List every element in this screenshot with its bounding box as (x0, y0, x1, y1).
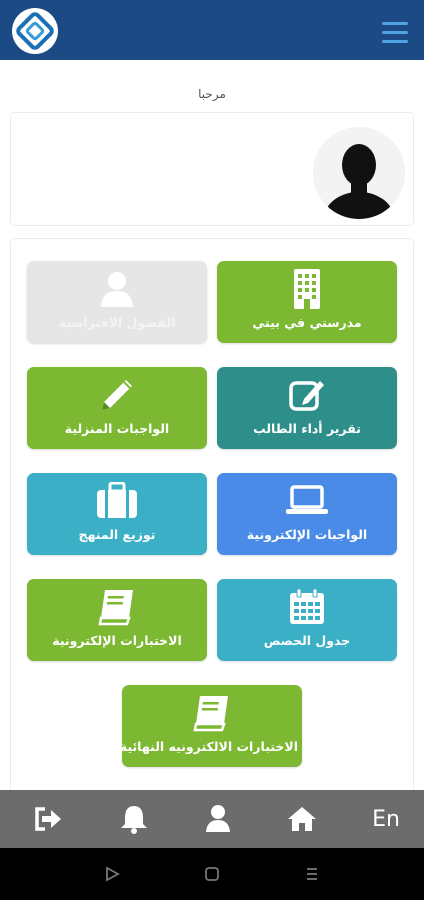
user-silhouette-icon[interactable] (313, 127, 405, 219)
building-icon (217, 269, 397, 309)
tile-electronic-exams[interactable]: الاختبارات الإلكترونية (27, 579, 207, 661)
profile-card (10, 112, 414, 226)
edit-icon (217, 375, 397, 415)
lines-icon[interactable] (300, 862, 324, 886)
book-icon (122, 693, 302, 733)
tile-label: توزيع المنهج (78, 527, 156, 542)
home-icon[interactable] (272, 790, 332, 848)
tile-curriculum-distribution[interactable]: توزيع المنهج (27, 473, 207, 555)
tile-final-electronic-exams[interactable]: الاختبارات الالكترونيه النهائية (119, 685, 302, 767)
greeting-text: مرحبا (198, 87, 226, 101)
tile-class-schedule[interactable]: جدول الحصص (217, 579, 397, 661)
play-triangle-icon[interactable] (100, 862, 124, 886)
user-icon (27, 269, 207, 309)
square-icon[interactable] (200, 862, 224, 886)
tile-homework[interactable]: الواجبات المنزلية (27, 367, 207, 449)
tile-label: الواجبات الإلكترونية (246, 527, 368, 542)
calendar-icon (217, 587, 397, 627)
app-logo-icon[interactable] (12, 8, 58, 54)
services-grid: مدرستي في بيتي الفصول الافتراضية تقرير أ… (10, 238, 414, 798)
tile-label: تقرير أداء الطالب (253, 421, 361, 436)
tile-label: الواجبات المنزلية (64, 421, 170, 436)
sign-out-icon[interactable] (18, 790, 78, 848)
suitcase-icon (27, 481, 207, 521)
system-navigation-bar (0, 848, 424, 900)
tile-virtual-classes[interactable]: الفصول الافتراضية (27, 261, 207, 343)
tile-label: مدرستي في بيتي (252, 315, 362, 330)
tile-label: الفصول الافتراضية (58, 315, 176, 330)
user-icon[interactable] (188, 790, 248, 848)
hamburger-menu-icon[interactable] (382, 22, 408, 44)
tile-label: الاختبارات الإلكترونية (52, 633, 182, 648)
top-bar (0, 0, 424, 60)
bell-icon[interactable] (104, 790, 164, 848)
tile-label: جدول الحصص (263, 633, 351, 648)
language-label: En (372, 806, 400, 832)
language-toggle[interactable]: En (356, 790, 416, 848)
tile-student-performance-report[interactable]: تقرير أداء الطالب (217, 367, 397, 449)
tile-my-school-at-home[interactable]: مدرستي في بيتي (217, 261, 397, 343)
tile-label: الاختبارات الالكترونيه النهائية (119, 739, 298, 754)
pencil-icon (27, 375, 207, 415)
laptop-icon (217, 481, 397, 521)
tile-electronic-homework[interactable]: الواجبات الإلكترونية (217, 473, 397, 555)
bottom-navigation: En (0, 790, 424, 848)
book-icon (27, 587, 207, 627)
